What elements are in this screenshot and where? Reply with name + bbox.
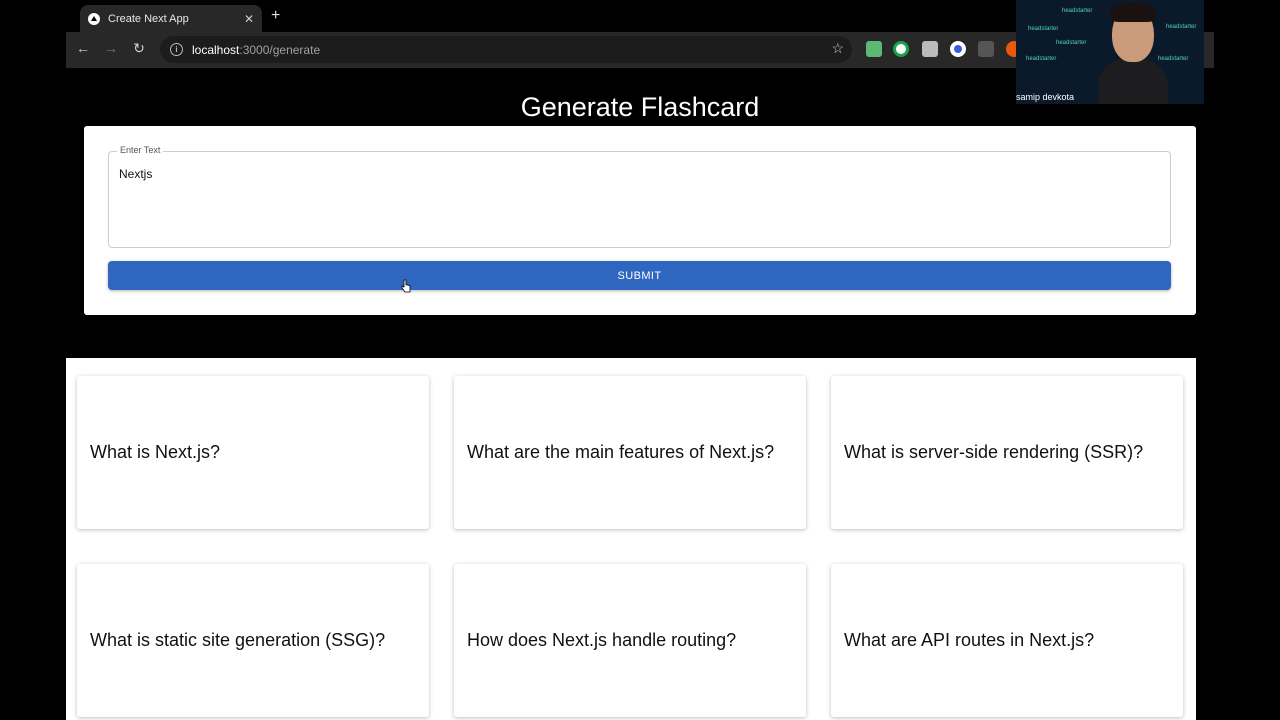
extension-circle-icon[interactable] xyxy=(950,41,966,57)
enter-text-value[interactable]: Nextjs xyxy=(119,167,152,181)
bookmark-star-icon[interactable]: ☆ xyxy=(831,40,844,57)
flashcard[interactable]: What are API routes in Next.js? xyxy=(831,564,1183,717)
webcam-background-tag: headstarter xyxy=(1166,24,1197,30)
flashcard[interactable]: How does Next.js handle routing? xyxy=(454,564,806,717)
flashcard-question: What is server-side rendering (SSR)? xyxy=(844,442,1144,462)
flashcard[interactable]: What are the main features of Next.js? xyxy=(454,376,806,529)
site-info-icon[interactable]: i xyxy=(170,43,183,56)
flashcard-question: What is static site generation (SSG)? xyxy=(90,630,386,650)
grammarly-icon[interactable] xyxy=(893,41,909,57)
flashcard-grid: What is Next.js? What are the main featu… xyxy=(66,358,1196,720)
flashcard-question: How does Next.js handle routing? xyxy=(467,630,737,650)
url-host: localhost xyxy=(192,42,240,57)
tab-create-next-app[interactable]: Create Next App ✕ xyxy=(80,5,262,32)
close-tab-icon[interactable]: ✕ xyxy=(244,12,254,26)
flashcard-question: What are API routes in Next.js? xyxy=(844,630,1095,650)
submit-button[interactable]: SUBMIT xyxy=(108,261,1171,290)
webcam-background-tag: headstarter xyxy=(1026,56,1057,62)
webcam-background-tag: headstarter xyxy=(1062,8,1093,14)
webcam-name-label: samip devkota xyxy=(1016,92,1075,102)
address-bar[interactable]: i localhost:3000/generate ☆ xyxy=(160,36,852,63)
hand-cursor-icon xyxy=(401,279,411,293)
flashcard[interactable]: What is static site generation (SSG)? xyxy=(77,564,429,717)
webcam-person xyxy=(1096,2,1170,104)
nextjs-favicon-icon xyxy=(88,12,100,25)
extension-l-icon[interactable] xyxy=(978,41,994,57)
page-content: Generate Flashcard Enter Text Nextjs SUB… xyxy=(66,68,1214,720)
forward-icon[interactable]: → xyxy=(101,40,121,56)
tab-title: Create Next App xyxy=(108,12,189,25)
webcam-overlay: headstarter headstarter headstarter head… xyxy=(1016,0,1204,104)
flashcard-question: What are the main features of Next.js? xyxy=(467,442,775,462)
flashcard-question: What is Next.js? xyxy=(90,442,221,462)
webcam-background-tag: headstarter xyxy=(1028,26,1059,32)
enter-text-field[interactable]: Enter Text Nextjs xyxy=(108,145,1171,248)
flashcard[interactable]: What is Next.js? xyxy=(77,376,429,529)
enter-text-label: Enter Text xyxy=(117,145,164,155)
webcam-background-tag: headstarter xyxy=(1056,40,1087,46)
input-card: Enter Text Nextjs SUBMIT xyxy=(84,126,1196,315)
reload-icon[interactable]: ↻ xyxy=(129,40,149,57)
new-tab-button[interactable]: + xyxy=(271,7,280,25)
extension-puzzle-icon[interactable] xyxy=(922,41,938,57)
url-path: :3000/generate xyxy=(239,42,321,57)
extension-mail-icon[interactable] xyxy=(866,41,882,57)
flashcard[interactable]: What is server-side rendering (SSR)? xyxy=(831,376,1183,529)
back-icon[interactable]: ← xyxy=(73,40,93,56)
